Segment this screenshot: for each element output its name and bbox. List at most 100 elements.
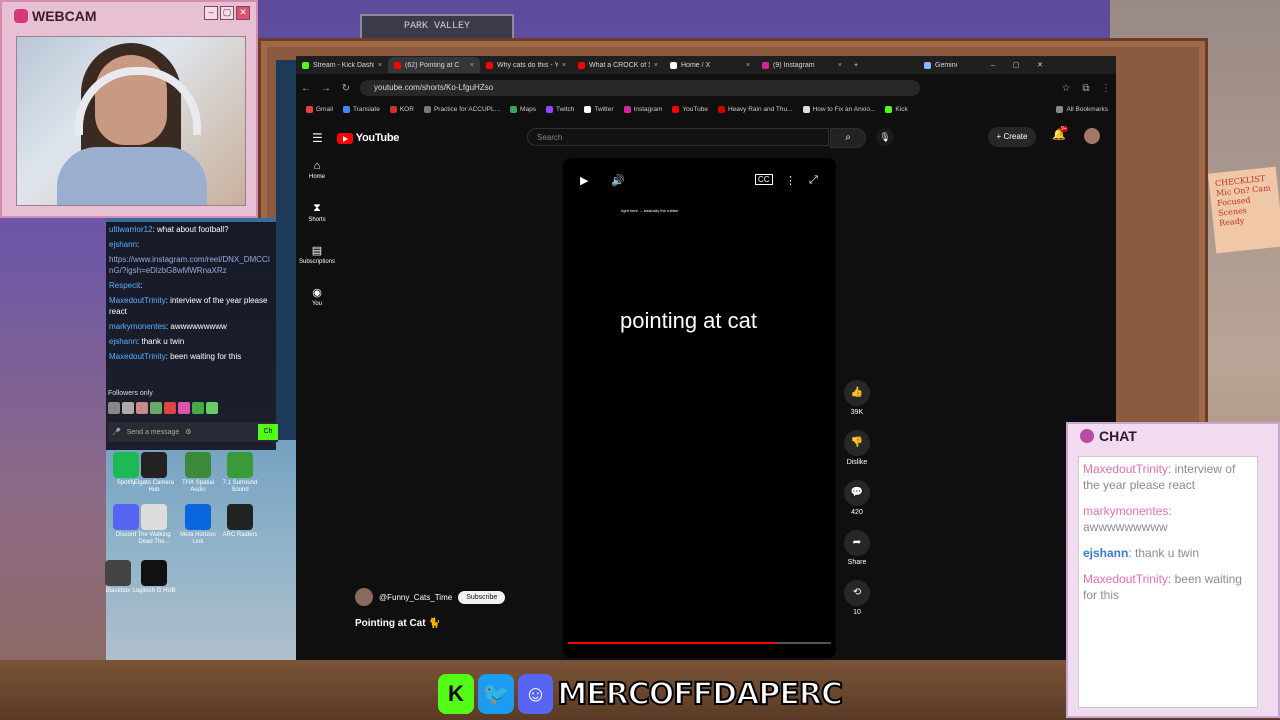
close-tab-icon[interactable]: ×: [562, 62, 566, 69]
minimize-icon[interactable]: –: [991, 62, 995, 69]
bookmark[interactable]: YouTube: [672, 105, 708, 113]
sidebar-item-subscriptions[interactable]: ▤ Subscriptions: [296, 244, 338, 286]
sidebar-item-you[interactable]: ◉ You: [296, 286, 338, 328]
channel-row: @Funny_Cats_Time Subscribe: [355, 588, 506, 606]
chat-message: MaxedoutTrinity: interview of the year p…: [1083, 462, 1236, 492]
maps-icon: [510, 105, 518, 113]
video-caption: pointing at cat: [620, 308, 757, 333]
mic-icon: 🎙: [879, 132, 891, 142]
browser-tab[interactable]: What a CROCK of S ×: [572, 57, 664, 73]
browser-tab-active[interactable]: (62) Pointing at C ×: [388, 57, 480, 73]
bookmark[interactable]: Translate: [342, 105, 380, 113]
maximize-icon[interactable]: ▢: [1013, 61, 1020, 69]
bookmark[interactable]: Gmail: [306, 105, 333, 113]
emote-bar[interactable]: [108, 402, 218, 414]
desktop-icon-meta[interactable]: Meta Horizon Link: [176, 504, 220, 546]
bookmark[interactable]: Instagram: [623, 105, 662, 113]
browser-tab[interactable]: Home / X ×: [664, 57, 756, 73]
star-icon[interactable]: ☆: [1056, 83, 1076, 94]
chat-send-button[interactable]: Ch: [258, 424, 278, 440]
fullscreen-icon[interactable]: ⤢: [809, 174, 818, 187]
close-tab-icon[interactable]: ×: [654, 62, 658, 69]
subscribe-button[interactable]: Subscribe: [458, 590, 506, 604]
close-tab-icon[interactable]: ×: [378, 62, 382, 69]
forward-icon[interactable]: →: [316, 83, 336, 94]
close-icon[interactable]: ✕: [236, 6, 250, 20]
emote-icon[interactable]: [206, 402, 218, 414]
bookmark[interactable]: Maps: [510, 105, 536, 113]
youtube-icon: [672, 105, 680, 113]
desktop-icon-walking-dead[interactable]: The Walking Dead The...: [132, 504, 176, 546]
emote-icon[interactable]: [108, 402, 120, 414]
browser-window: Stream - Kick Dashb × (62) Pointing at C ×…: [296, 56, 1116, 660]
new-tab-button[interactable]: +: [848, 57, 918, 73]
maximize-icon[interactable]: ▢: [220, 6, 234, 20]
voice-search-button[interactable]: 🎙: [876, 128, 894, 146]
chat-line: Respecit:: [109, 281, 143, 290]
bookmark[interactable]: Twitter: [584, 105, 614, 113]
desktop-icon-thx[interactable]: THX Spatial Audio: [176, 452, 220, 494]
hamburger-icon[interactable]: ☰: [312, 131, 323, 145]
walking-dead-icon: [141, 504, 167, 530]
followers-only-label: Followers only: [108, 390, 153, 397]
desktop-icon-ghub[interactable]: Logitech G HUB: [132, 560, 176, 595]
close-tab-icon[interactable]: ×: [746, 62, 750, 69]
account-avatar[interactable]: [1084, 128, 1100, 144]
emote-icon[interactable]: [150, 402, 162, 414]
close-tab-icon[interactable]: ×: [838, 62, 842, 69]
video-title: Pointing at Cat 🐈: [355, 618, 441, 629]
bookmark[interactable]: Heavy Rain and Thu...: [717, 105, 793, 113]
shorts-video-player[interactable]: ▶ 🔊 CC ⋮ ⤢ right here. -- basically the …: [563, 158, 836, 658]
chat-messages: MaxedoutTrinity: interview of the year p…: [1078, 456, 1258, 708]
browser-tab[interactable]: (9) Instagram ×: [756, 57, 848, 73]
channel-avatar[interactable]: [355, 588, 373, 606]
desktop-icon-arc[interactable]: ARC Raiders: [218, 504, 262, 539]
emote-icon[interactable]: [164, 402, 176, 414]
browser-tab[interactable]: Stream - Kick Dashb ×: [296, 57, 388, 73]
captions-icon[interactable]: CC: [755, 174, 773, 185]
create-button[interactable]: + Create: [988, 127, 1036, 147]
chat-line: ejshann:: [109, 240, 140, 249]
all-bookmarks[interactable]: All Bookmarks: [1056, 105, 1108, 113]
search-button[interactable]: ⌕: [830, 128, 866, 148]
sidebar-item-home[interactable]: ⌂ Home: [296, 160, 338, 202]
comment-button[interactable]: 💬 420: [844, 480, 870, 516]
extensions-icon[interactable]: ⧉: [1076, 83, 1096, 94]
emote-icon[interactable]: [178, 402, 190, 414]
sidebar-item-shorts[interactable]: ⧗ Shorts: [296, 202, 338, 244]
bookmark[interactable]: KOR: [389, 105, 414, 113]
window-controls: – ▢ ✕: [978, 57, 1056, 73]
mic-icon[interactable]: 🎤: [112, 428, 121, 436]
gemini-button[interactable]: Gemini: [918, 57, 978, 73]
menu-icon[interactable]: ⋮: [1096, 83, 1116, 94]
chat-message-input[interactable]: 🎤 Send a message ⚙: [108, 422, 278, 442]
play-icon[interactable]: ▶: [580, 174, 588, 187]
browser-tab[interactable]: Why cats do this - Yo ×: [480, 57, 572, 73]
reload-icon[interactable]: ↻: [336, 83, 356, 94]
emote-icon[interactable]: [136, 402, 148, 414]
close-tab-icon[interactable]: ×: [470, 62, 474, 69]
like-button[interactable]: 👍 39K: [844, 380, 870, 416]
desktop-icon-surround[interactable]: 7.1 Surround Sound: [218, 452, 262, 494]
settings-icon[interactable]: ⚙: [185, 428, 191, 436]
address-bar[interactable]: youtube.com/shorts/Ko-LfguHZso: [360, 80, 920, 96]
minimize-icon[interactable]: –: [204, 6, 218, 20]
chat-link[interactable]: https://www.instagram.com/reel/DNX_DMCCI…: [106, 252, 276, 278]
channel-name[interactable]: @Funny_Cats_Time: [379, 593, 452, 602]
remix-button[interactable]: ⟲ 10: [844, 580, 870, 616]
search-input[interactable]: Search: [527, 128, 829, 146]
emote-icon[interactable]: [122, 402, 134, 414]
youtube-logo[interactable]: YouTube: [336, 132, 399, 144]
dislike-button[interactable]: 👎 Dislike: [844, 430, 870, 466]
bookmark[interactable]: Twitch: [545, 105, 574, 113]
bookmark[interactable]: How to Fix an Anxio...: [802, 105, 875, 113]
desktop-icon-elgato[interactable]: Elgato Camera Hub: [132, 452, 176, 494]
emote-icon[interactable]: [192, 402, 204, 414]
bookmark[interactable]: Practice for ACCUPL...: [423, 105, 500, 113]
volume-icon[interactable]: 🔊: [611, 174, 625, 187]
share-button[interactable]: ➦ Share: [844, 530, 870, 566]
back-icon[interactable]: ←: [296, 83, 316, 94]
bookmark[interactable]: Kick: [885, 105, 908, 113]
close-icon[interactable]: ✕: [1037, 61, 1043, 69]
more-icon[interactable]: ⋮: [785, 174, 796, 187]
